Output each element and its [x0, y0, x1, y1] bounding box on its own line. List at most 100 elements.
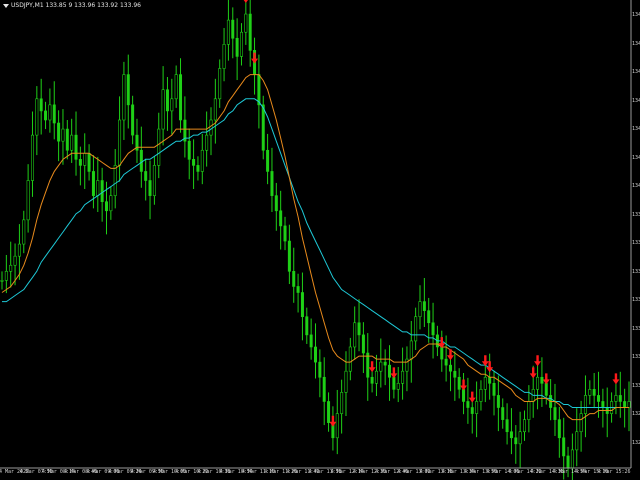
- candle-body: [431, 322, 435, 336]
- price-tick-label: 13338: [632, 325, 640, 332]
- candle-body: [575, 431, 579, 451]
- candle-body: [44, 110, 48, 121]
- candle-body: [70, 134, 74, 151]
- candle-body: [52, 104, 56, 124]
- candle-body: [518, 431, 522, 445]
- candle-body: [196, 165, 200, 172]
- candle-body: [353, 322, 357, 348]
- candle-body: [13, 255, 17, 266]
- candle-body: [562, 437, 566, 457]
- candle-body: [414, 316, 418, 342]
- candle-body: [536, 376, 540, 390]
- candle-body: [344, 370, 348, 393]
- candle-body: [327, 401, 331, 423]
- symbol-quote-text: USDJPY,M1 133.85 9 133.96 133.92 133.96: [11, 2, 141, 9]
- candle-body: [4, 271, 8, 281]
- candle-body: [601, 401, 605, 408]
- candle-body: [318, 361, 322, 378]
- candle-body: [83, 152, 87, 166]
- candle-body: [492, 383, 496, 396]
- candle-body: [509, 431, 513, 439]
- candle-body: [370, 376, 374, 384]
- price-tick-label: 13422: [632, 154, 640, 161]
- candle-body: [553, 407, 557, 420]
- candle-body: [118, 119, 122, 166]
- candle-body: [279, 210, 283, 227]
- candle-body: [557, 419, 561, 439]
- candle-body: [152, 165, 156, 196]
- price-tick-label: 13380: [632, 240, 640, 247]
- candle-body: [48, 104, 52, 121]
- candle-body: [22, 219, 26, 245]
- time-tick-label: 4 Mar 15:26: [597, 469, 631, 475]
- candle-body: [26, 180, 30, 221]
- candle-body: [235, 37, 239, 57]
- candle-body: [444, 358, 448, 366]
- candle-body: [348, 346, 352, 372]
- candle-body: [544, 383, 548, 396]
- candle-body: [527, 401, 531, 420]
- candle-body: [187, 140, 191, 160]
- candle-body: [122, 74, 126, 121]
- candle-body: [466, 401, 470, 408]
- candle-body: [570, 449, 574, 469]
- candle-body: [427, 310, 431, 324]
- candle-body: [361, 334, 365, 354]
- price-tick-label: 13436: [632, 126, 640, 133]
- candle-body: [462, 389, 466, 402]
- candle-body: [113, 165, 117, 196]
- candle-body: [388, 364, 392, 378]
- candle-body: [213, 98, 217, 121]
- price-tick-label: 13450: [632, 97, 640, 104]
- candle-body: [105, 201, 109, 212]
- candle-body: [579, 413, 583, 433]
- price-tick-label: 13352: [632, 297, 640, 304]
- candle-body: [157, 128, 161, 166]
- candle-body: [627, 401, 631, 408]
- candle-body: [475, 401, 479, 414]
- price-tick-label: 13310: [632, 382, 640, 389]
- dropdown-arrow-icon[interactable]: [3, 3, 9, 8]
- candle-body: [592, 389, 596, 396]
- candle-body: [583, 395, 587, 414]
- candle-body: [17, 243, 21, 257]
- candle-body: [440, 346, 444, 360]
- candle-body: [144, 171, 148, 181]
- candle-body: [270, 171, 274, 196]
- candle-body: [65, 128, 69, 151]
- candle-body: [588, 389, 592, 396]
- candle-body: [379, 361, 383, 372]
- candle-body: [239, 31, 243, 57]
- candle-body: [296, 286, 300, 293]
- price-chart[interactable]: [0, 0, 640, 480]
- candle-body: [322, 376, 326, 402]
- candle-body: [218, 68, 222, 100]
- candle-body: [226, 19, 230, 45]
- candle-body: [30, 134, 34, 181]
- candle-body: [200, 149, 204, 172]
- candle-body: [483, 376, 487, 390]
- candle-body: [131, 104, 135, 136]
- candle-body: [453, 370, 457, 378]
- candle-body: [479, 389, 483, 402]
- candle-body: [205, 134, 209, 151]
- candle-body: [470, 407, 474, 414]
- candle-body: [248, 13, 252, 51]
- candle-body: [222, 44, 226, 69]
- candle-body: [0, 280, 4, 282]
- candle-body: [505, 419, 509, 433]
- candle-body: [274, 195, 278, 212]
- price-tick-label: 13477: [632, 40, 640, 47]
- candle-body: [61, 128, 65, 142]
- candle-body: [96, 180, 100, 196]
- candle-body: [287, 240, 291, 272]
- candle-body: [501, 407, 505, 420]
- candle-body: [292, 271, 296, 287]
- candle-body: [35, 98, 39, 136]
- price-tick-label: 13394: [632, 211, 640, 218]
- candle-body: [170, 98, 174, 112]
- candle-body: [39, 98, 43, 112]
- candle-body: [566, 455, 570, 469]
- candle-body: [409, 340, 413, 360]
- candle-body: [100, 180, 104, 203]
